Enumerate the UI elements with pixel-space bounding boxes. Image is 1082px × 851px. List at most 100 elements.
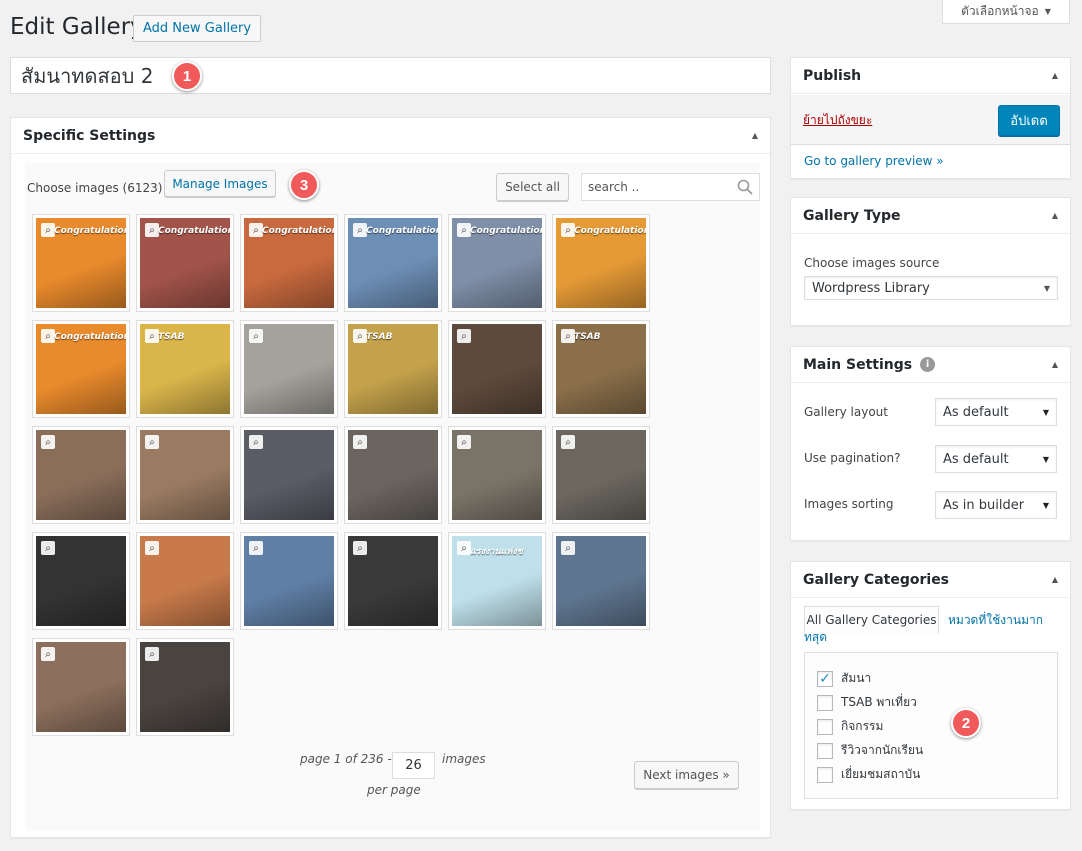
thumbnail-image: ⌕ xyxy=(556,536,646,626)
gallery-thumbnail[interactable]: ⌕ xyxy=(136,426,234,524)
gallery-layout-select[interactable]: As default ▼ xyxy=(935,398,1057,426)
images-sorting-select[interactable]: As in builder ▼ xyxy=(935,491,1057,519)
zoom-icon[interactable]: ⌕ xyxy=(353,223,367,237)
collapse-arrow-icon[interactable]: ▲ xyxy=(752,131,758,140)
category-item[interactable]: รีวิวจากนักเรียน xyxy=(817,741,923,760)
gallery-thumbnail[interactable]: ⌕Congratulations xyxy=(136,214,234,312)
zoom-icon[interactable]: ⌕ xyxy=(457,329,471,343)
zoom-icon[interactable]: ⌕ xyxy=(353,329,367,343)
gallery-thumbnail[interactable]: ⌕ xyxy=(240,320,338,418)
gallery-thumbnail[interactable]: ⌕ xyxy=(448,320,546,418)
gallery-thumbnail[interactable]: ⌕ xyxy=(240,532,338,630)
main-settings-header[interactable]: Main Settings i ▲ xyxy=(791,347,1070,383)
gallery-thumbnail[interactable]: ⌕ xyxy=(32,426,130,524)
gallery-thumbnail[interactable]: ⌕Congratulations xyxy=(552,214,650,312)
thumbnail-caption: Congratulations xyxy=(158,226,230,236)
gallery-thumbnail[interactable]: ⌕ xyxy=(552,426,650,524)
next-images-button[interactable]: Next images » xyxy=(634,761,739,789)
zoom-icon[interactable]: ⌕ xyxy=(145,223,159,237)
zoom-icon[interactable]: ⌕ xyxy=(561,435,575,449)
publish-header[interactable]: Publish ▲ xyxy=(791,58,1070,94)
select-all-button[interactable]: Select all xyxy=(496,173,569,201)
zoom-icon[interactable]: ⌕ xyxy=(249,435,263,449)
zoom-icon[interactable]: ⌕ xyxy=(145,435,159,449)
zoom-icon[interactable]: ⌕ xyxy=(145,647,159,661)
gallery-thumbnail[interactable]: ⌕ TSAB xyxy=(552,320,650,418)
per-page-input[interactable]: 26 xyxy=(392,752,435,779)
gallery-thumbnail[interactable]: ⌕ xyxy=(136,532,234,630)
zoom-icon[interactable]: ⌕ xyxy=(249,541,263,555)
zoom-icon[interactable]: ⌕ xyxy=(249,223,263,237)
gallery-thumbnail[interactable]: ⌕ แรงงานแห่งช xyxy=(448,532,546,630)
zoom-icon[interactable]: ⌕ xyxy=(41,541,55,555)
zoom-icon[interactable]: ⌕ xyxy=(457,435,471,449)
gallery-thumbnail[interactable]: ⌕Congratulations xyxy=(32,214,130,312)
zoom-icon[interactable]: ⌕ xyxy=(41,329,55,343)
collapse-arrow-icon[interactable]: ▲ xyxy=(1052,71,1058,80)
thumbnail-image: ⌕Congratulations xyxy=(348,218,438,308)
images-sorting-label: Images sorting xyxy=(804,497,894,511)
search-input[interactable]: search .. xyxy=(581,173,760,201)
thumbnail-caption: TSAB xyxy=(574,332,601,342)
gallery-preview-link[interactable]: Go to gallery preview » xyxy=(804,154,944,168)
thumbnail-caption: Congratulations xyxy=(366,226,438,236)
gallery-thumbnail[interactable]: ⌕ xyxy=(32,638,130,736)
category-checkbox[interactable] xyxy=(817,742,833,759)
manage-images-button[interactable]: Manage Images xyxy=(164,170,276,197)
thumbnail-image: ⌕Congratulations xyxy=(36,218,126,308)
gallery-thumbnail[interactable]: ⌕Congratulations xyxy=(240,214,338,312)
thumbnail-image: ⌕ xyxy=(452,324,542,414)
category-checkbox[interactable]: ✓ xyxy=(817,670,833,687)
gallery-thumbnail[interactable]: ⌕ xyxy=(448,426,546,524)
images-label: images xyxy=(442,752,486,766)
move-to-trash-link[interactable]: ย้ายไปถังขยะ xyxy=(803,111,872,130)
use-pagination-value: As default xyxy=(943,451,1009,467)
update-button[interactable]: อัปเดต xyxy=(998,105,1060,136)
gallery-thumbnail[interactable]: ⌕ xyxy=(136,638,234,736)
zoom-icon[interactable]: ⌕ xyxy=(145,329,159,343)
collapse-arrow-icon[interactable]: ▲ xyxy=(1052,360,1058,369)
screen-options-button[interactable]: ตัวเลือกหน้าจอ ▼ xyxy=(942,0,1070,24)
category-item[interactable]: TSAB พาเที่ยว xyxy=(817,693,917,712)
category-checkbox[interactable] xyxy=(817,718,833,735)
zoom-icon[interactable]: ⌕ xyxy=(41,435,55,449)
category-item[interactable]: เยี่ยมชมสถาบัน xyxy=(817,765,920,784)
gallery-thumbnail[interactable]: ⌕Congratulations xyxy=(344,214,442,312)
gallery-thumbnail[interactable]: ⌕ xyxy=(344,426,442,524)
gallery-thumbnail[interactable]: ⌕ xyxy=(552,532,650,630)
zoom-icon[interactable]: ⌕ xyxy=(41,223,55,237)
tab-all-categories[interactable]: All Gallery Categories xyxy=(804,606,939,634)
info-icon[interactable]: i xyxy=(920,357,936,372)
zoom-icon[interactable]: ⌕ xyxy=(457,541,471,555)
gallery-thumbnail[interactable]: ⌕ xyxy=(344,532,442,630)
zoom-icon[interactable]: ⌕ xyxy=(145,541,159,555)
category-checkbox[interactable] xyxy=(817,766,833,783)
zoom-icon[interactable]: ⌕ xyxy=(561,223,575,237)
zoom-icon[interactable]: ⌕ xyxy=(353,435,367,449)
gallery-thumbnail[interactable]: ⌕ xyxy=(32,532,130,630)
images-source-select[interactable]: Wordpress Library ▼ xyxy=(804,276,1058,300)
collapse-arrow-icon[interactable]: ▲ xyxy=(1052,575,1058,584)
zoom-icon[interactable]: ⌕ xyxy=(561,541,575,555)
category-item[interactable]: กิจกรรม xyxy=(817,717,883,736)
gallery-thumbnail[interactable]: ⌕ TSAB xyxy=(136,320,234,418)
category-checkbox[interactable] xyxy=(817,694,833,711)
gallery-thumbnail[interactable]: ⌕Congratulations xyxy=(32,320,130,418)
specific-settings-header[interactable]: Specific Settings ▲ xyxy=(11,118,770,154)
zoom-icon[interactable]: ⌕ xyxy=(561,329,575,343)
gallery-title-input[interactable]: สัมนาทดสอบ 2 xyxy=(10,57,771,94)
use-pagination-select[interactable]: As default ▼ xyxy=(935,445,1057,473)
gallery-categories-header[interactable]: Gallery Categories ▲ xyxy=(791,562,1070,598)
zoom-icon[interactable]: ⌕ xyxy=(41,647,55,661)
gallery-thumbnail[interactable]: ⌕Congratulations xyxy=(448,214,546,312)
add-new-gallery-button[interactable]: Add New Gallery xyxy=(133,15,262,42)
thumbnail-caption: TSAB xyxy=(158,332,185,342)
category-item[interactable]: ✓ สัมนา xyxy=(817,669,871,688)
gallery-thumbnail[interactable]: ⌕ TSAB xyxy=(344,320,442,418)
zoom-icon[interactable]: ⌕ xyxy=(457,223,471,237)
collapse-arrow-icon[interactable]: ▲ xyxy=(1052,211,1058,220)
zoom-icon[interactable]: ⌕ xyxy=(353,541,367,555)
gallery-type-header[interactable]: Gallery Type ▲ xyxy=(791,198,1070,234)
zoom-icon[interactable]: ⌕ xyxy=(249,329,263,343)
gallery-thumbnail[interactable]: ⌕ xyxy=(240,426,338,524)
